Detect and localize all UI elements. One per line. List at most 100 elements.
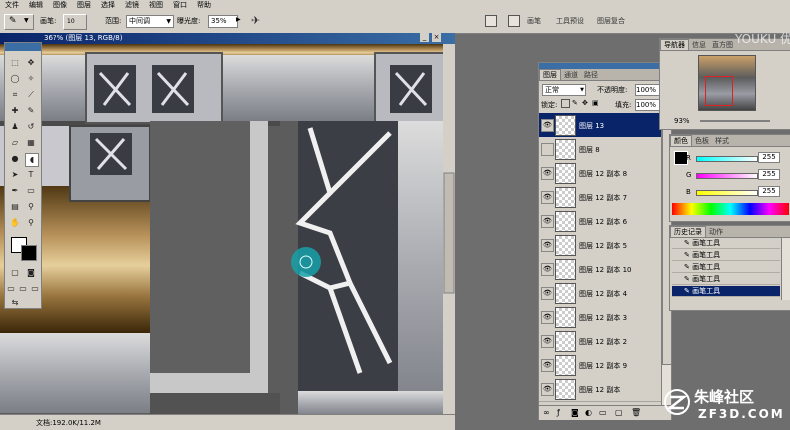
eraser-tool-icon[interactable]: ▱	[9, 137, 21, 149]
tool-preset-picker[interactable]: ✎ ▼	[4, 14, 34, 30]
marquee-tool-icon[interactable]: ⬚	[9, 57, 21, 69]
opacity-input[interactable]: 100%	[635, 84, 661, 96]
screen-mode-full-icon[interactable]: ▭	[29, 283, 41, 295]
layer-row[interactable]: 👁 图层 12 副本 6	[539, 209, 661, 234]
screen-mode-menu-icon[interactable]: ▭	[17, 283, 29, 295]
crop-tool-icon[interactable]: ⌗	[9, 89, 21, 101]
background-color-swatch[interactable]	[21, 245, 37, 261]
layer-row[interactable]: 👁 图层 12 副本	[539, 377, 661, 402]
tab-info[interactable]: 信息	[689, 40, 709, 50]
lock-transparency-icon[interactable]	[561, 99, 570, 108]
tab-layers[interactable]: 图层	[539, 69, 561, 80]
exposure-input[interactable]: 35%	[208, 15, 238, 28]
screen-mode-standard-icon[interactable]: ▭	[5, 283, 17, 295]
dodge-tool-icon[interactable]: ◖	[25, 153, 39, 167]
eye-icon[interactable]: 👁	[541, 287, 554, 300]
hand-tool-icon[interactable]: ✋	[9, 217, 21, 229]
gradient-tool-icon[interactable]: ▦	[25, 137, 37, 149]
eye-icon[interactable]: 👁	[541, 263, 554, 276]
healing-brush-tool-icon[interactable]: ✚	[9, 105, 21, 117]
b-slider[interactable]	[696, 190, 758, 196]
lock-position-icon[interactable]: ✥	[582, 99, 588, 107]
trash-icon[interactable]: 🗑	[631, 408, 641, 417]
history-brush-tool-icon[interactable]: ↺	[25, 121, 37, 133]
zoom-level[interactable]: 93%	[674, 117, 690, 125]
airbrush-icon[interactable]: ✈	[251, 14, 260, 27]
r-value[interactable]: 255	[758, 152, 780, 163]
color-ramp[interactable]	[672, 203, 789, 215]
eye-icon[interactable]: 👁	[541, 335, 554, 348]
lock-all-icon[interactable]: ▣	[592, 99, 599, 107]
blur-tool-icon[interactable]: ●	[9, 153, 21, 165]
range-select[interactable]: 中间调 ▼	[126, 15, 174, 28]
layer-mask-icon[interactable]: ◙	[571, 408, 579, 417]
palette-well-icon[interactable]	[485, 15, 497, 27]
lasso-tool-icon[interactable]: ◯	[9, 73, 21, 85]
file-browser-icon[interactable]	[508, 15, 520, 27]
history-item[interactable]: ✎ 画笔工具	[672, 274, 780, 285]
tab-navigator[interactable]: 导航器	[660, 39, 689, 50]
g-value[interactable]: 255	[758, 169, 780, 180]
brush-picker[interactable]: 10	[63, 14, 87, 30]
tab-actions[interactable]: 动作	[706, 227, 726, 237]
history-item[interactable]: ✎ 画笔工具	[672, 286, 780, 297]
tab-layer-comps[interactable]: 图层复合	[597, 16, 625, 26]
notes-tool-icon[interactable]: ▤	[9, 201, 21, 213]
layer-row[interactable]: 👁 图层 12 副本 9	[539, 353, 661, 378]
menu-item[interactable]: 文件	[0, 0, 24, 11]
quick-mask-mode-icon[interactable]: ◙	[25, 267, 37, 279]
layer-row[interactable]: 👁 图层 12 副本 5	[539, 233, 661, 258]
menu-item[interactable]: 视图	[144, 0, 168, 11]
g-slider[interactable]	[696, 173, 758, 179]
navigator-view-box[interactable]	[705, 76, 733, 106]
history-scrollbar[interactable]	[781, 238, 790, 300]
type-tool-icon[interactable]: T	[25, 169, 37, 181]
tab-styles[interactable]: 样式	[712, 136, 732, 146]
menu-item[interactable]: 图层	[72, 0, 96, 11]
brush-tool-icon[interactable]: ✎	[25, 105, 37, 117]
tab-histogram[interactable]: 直方图	[709, 40, 736, 50]
slice-tool-icon[interactable]: ⟋	[25, 89, 37, 101]
lock-image-icon[interactable]: ✎	[572, 99, 578, 107]
navigator-preview[interactable]	[698, 55, 756, 111]
layer-row[interactable]: 👁 图层 12 副本 2	[539, 329, 661, 354]
layer-row[interactable]: 👁 图层 12 副本 8	[539, 161, 661, 186]
imageready-icon[interactable]: ⇆	[9, 297, 21, 309]
menu-item[interactable]: 编辑	[24, 0, 48, 11]
shape-tool-icon[interactable]: ▭	[25, 185, 37, 197]
menu-item[interactable]: 选择	[96, 0, 120, 11]
adjustment-layer-icon[interactable]: ◐	[585, 408, 592, 417]
menu-item[interactable]: 滤镜	[120, 0, 144, 11]
new-layer-icon[interactable]: ▢	[615, 408, 623, 417]
tab-history[interactable]: 历史记录	[670, 226, 706, 237]
link-layers-icon[interactable]: ∞	[543, 408, 550, 417]
tab-color[interactable]: 颜色	[670, 135, 692, 146]
menu-item[interactable]: 图像	[48, 0, 72, 11]
minimize-icon[interactable]: _	[420, 33, 429, 42]
eye-icon[interactable]: 👁	[541, 191, 554, 204]
zoom-slider[interactable]	[700, 120, 770, 122]
layer-style-icon[interactable]: ƒ	[557, 408, 560, 417]
pen-tool-icon[interactable]: ✒	[9, 185, 21, 197]
tab-tool-presets[interactable]: 工具预设	[556, 16, 584, 26]
zoom-tool-icon[interactable]: ⚲	[25, 217, 37, 229]
layer-row[interactable]: 👁 图层 12 副本 10	[539, 257, 661, 282]
clone-stamp-tool-icon[interactable]: ♟	[9, 121, 21, 133]
layer-row[interactable]: 👁 图层 12 副本 3	[539, 305, 661, 330]
fill-input[interactable]: 100%	[635, 99, 661, 111]
layer-row[interactable]: 图层 8	[539, 137, 661, 162]
new-group-icon[interactable]: ▭	[599, 408, 607, 417]
path-selection-tool-icon[interactable]: ➤	[9, 169, 21, 181]
history-item[interactable]: ✎ 画笔工具	[672, 238, 780, 249]
close-icon[interactable]: ×	[432, 33, 441, 42]
layer-row[interactable]: 👁 图层 12 副本 7	[539, 185, 661, 210]
menu-item[interactable]: 窗口	[168, 0, 192, 11]
eyedropper-tool-icon[interactable]: ⚲	[25, 201, 37, 213]
history-item[interactable]: ✎ 画笔工具	[672, 250, 780, 261]
eye-icon[interactable]: 👁	[541, 359, 554, 372]
tab-swatches[interactable]: 色板	[692, 136, 712, 146]
eye-icon[interactable]	[541, 143, 554, 156]
eye-icon[interactable]: 👁	[541, 119, 554, 132]
eye-icon[interactable]: 👁	[541, 311, 554, 324]
move-tool-icon[interactable]: ✥	[25, 57, 37, 69]
